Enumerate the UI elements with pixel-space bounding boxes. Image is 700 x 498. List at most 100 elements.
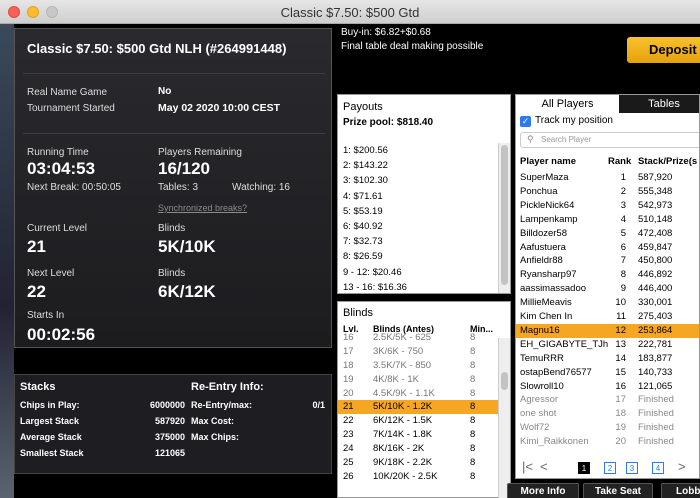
player-row[interactable]: Billdozer58 5 472,408 — [516, 227, 699, 241]
blind-row-current: 21 5K/10K - 1.2K 8 — [338, 400, 498, 415]
player-rank: 14 — [615, 352, 626, 364]
player-row-current[interactable]: Magnu16 12 253,864 — [516, 323, 699, 338]
player-row[interactable]: EH_GIGABYTE_TJh 13 222,781 — [516, 338, 699, 352]
next-page-icon[interactable]: > — [678, 459, 686, 474]
player-stack: 555,348 — [638, 185, 673, 197]
stacks-panel: Stacks Chips in Play: 6000000 Largest St… — [14, 374, 332, 474]
more-info-button[interactable]: More Info — [507, 483, 579, 498]
blinds-scrollbar[interactable] — [498, 338, 510, 498]
blind-row: 16 2.5K/5K - 625 8 — [338, 331, 498, 345]
player-name: Aafustuera — [520, 241, 566, 253]
player-row[interactable]: Ponchua 2 555,348 — [516, 185, 699, 199]
current-level-value: 21 — [27, 237, 46, 256]
player-name: Kimi_Raikkonen — [520, 436, 589, 448]
player-row[interactable]: TemuRRR 14 183,877 — [516, 352, 699, 366]
player-stack: 446,892 — [638, 269, 673, 281]
player-row[interactable]: one shot 18 Finished — [516, 407, 699, 421]
window-title: Classic $7.50: $500 Gtd — [280, 5, 420, 20]
window-titlebar: Classic $7.50: $500 Gtd — [0, 0, 700, 24]
column-rank[interactable]: Rank — [608, 156, 631, 167]
search-player-input[interactable]: ⚲ Search Player — [520, 132, 699, 148]
player-rank: 8 — [620, 269, 626, 281]
watching-label: Watching: — [232, 182, 277, 193]
player-stack: 183,877 — [638, 352, 673, 364]
blind-value: 3.5K/7K - 850 — [373, 359, 432, 371]
first-page-icon[interactable]: |< — [522, 459, 533, 474]
synchronized-breaks-link[interactable]: Synchronized breaks? — [158, 203, 247, 213]
player-rank: 20 — [615, 436, 626, 448]
player-name: TemuRRR — [520, 352, 564, 364]
divider — [23, 73, 325, 74]
player-rank: 16 — [615, 380, 626, 392]
real-name-value: No — [158, 86, 172, 97]
payout-item: 1: $200.56 — [343, 145, 388, 156]
player-stack: 275,403 — [638, 311, 673, 322]
blind-value: 7K/14K - 1.8K — [373, 429, 433, 441]
player-row[interactable]: Slowroll10 16 121,065 — [516, 380, 699, 394]
blind-minutes: 8 — [470, 443, 476, 455]
stack-row-value: 6000000 — [149, 400, 185, 410]
player-row[interactable]: Ryansharp97 8 446,892 — [516, 268, 699, 282]
player-stack: Finished — [638, 394, 674, 406]
payouts-scrollbar[interactable] — [498, 143, 510, 293]
player-row[interactable]: aassimassadoo 9 446,400 — [516, 282, 699, 296]
tournament-info-panel: Classic $7.50: $500 Gtd NLH (#264991448)… — [14, 28, 332, 348]
player-name: Lampenkamp — [520, 213, 578, 225]
player-row[interactable]: PickleNick64 3 542,973 — [516, 199, 699, 213]
blinds-scroll-thumb[interactable] — [501, 372, 508, 390]
blind-row: 18 3.5K/7K - 850 8 — [338, 359, 498, 373]
blind-value: 5K/10K - 1.2K — [373, 401, 433, 413]
blind-value: 4K/8K - 1K — [373, 373, 419, 385]
tab-all-players[interactable]: All Players — [516, 95, 619, 113]
current-blinds-value: 5K/10K — [158, 237, 216, 256]
tab-tables[interactable]: Tables — [619, 95, 699, 113]
watching-value: 16 — [278, 182, 290, 193]
column-stack[interactable]: Stack/Prize(s — [638, 156, 697, 167]
payouts-scroll-thumb[interactable] — [501, 145, 508, 285]
page-button[interactable]: 1 — [578, 462, 590, 474]
next-break: Next Break: 00:50:05 — [27, 182, 121, 193]
stacks-heading: Stacks — [20, 381, 56, 393]
payout-item: 9 - 12: $20.46 — [343, 266, 402, 278]
player-stack: 459,847 — [638, 241, 673, 253]
checkbox-checked-icon[interactable]: ✓ — [520, 116, 531, 127]
player-row[interactable]: MillieMeavis 10 330,001 — [516, 296, 699, 310]
player-row[interactable]: Wolf72 19 Finished — [516, 421, 699, 435]
deposit-button[interactable]: Deposit — [627, 37, 700, 63]
player-name: Wolf72 — [520, 422, 550, 434]
payouts-panel: Payouts Prize pool: $818.40 1: $200.56 2… — [337, 94, 511, 294]
blind-value: 2.5K/5K - 625 — [373, 332, 432, 343]
blind-minutes: 8 — [470, 457, 476, 469]
player-row[interactable]: Aafustuera 6 459,847 — [516, 241, 699, 255]
player-row[interactable]: Kimi_Raikkonen 20 Finished — [516, 435, 699, 449]
stack-row-label: Chips in Play: — [20, 400, 80, 410]
column-player-name[interactable]: Player name — [520, 156, 576, 167]
player-rank: 9 — [620, 283, 626, 295]
reentry-row-label: Re-Entry/max: — [191, 400, 253, 410]
current-blinds-label: Blinds — [158, 223, 186, 234]
next-blinds-value: 6K/12K — [158, 282, 216, 301]
payout-item: 5: $53.19 — [343, 205, 383, 217]
prev-page-icon[interactable]: < — [540, 459, 548, 474]
player-row[interactable]: SuperMaza 1 587,920 — [516, 171, 699, 185]
payout-item: 13 - 16: $16.36 — [343, 281, 407, 293]
stack-row-label: Smallest Stack — [20, 448, 84, 458]
player-row[interactable]: Anfieldr88 7 450,800 — [516, 254, 699, 268]
player-row[interactable]: Lampenkamp 4 510,148 — [516, 213, 699, 227]
page-button[interactable]: 2 — [604, 462, 616, 474]
player-name: one shot — [520, 408, 557, 420]
player-row[interactable]: Agressor 17 Finished — [516, 393, 699, 407]
player-row[interactable]: Kim Chen In 11 275,403 — [516, 310, 699, 324]
page-button[interactable]: 3 — [626, 462, 638, 474]
players-remaining-value: 16/120 — [158, 159, 210, 178]
deal-text: Final table deal making possible — [341, 41, 484, 52]
track-position-toggle[interactable]: ✓ Track my position — [520, 115, 613, 127]
page-button[interactable]: 4 — [652, 462, 664, 474]
lobby-button[interactable]: Lobby — [661, 483, 700, 498]
blind-level: 22 — [343, 415, 354, 427]
player-row[interactable]: ostapBend76577 15 140,733 — [516, 366, 699, 380]
player-name: Ryansharp97 — [520, 269, 577, 281]
player-name: MillieMeavis — [520, 297, 572, 309]
take-seat-button[interactable]: Take Seat — [583, 483, 653, 498]
track-position-label: Track my position — [535, 115, 613, 126]
